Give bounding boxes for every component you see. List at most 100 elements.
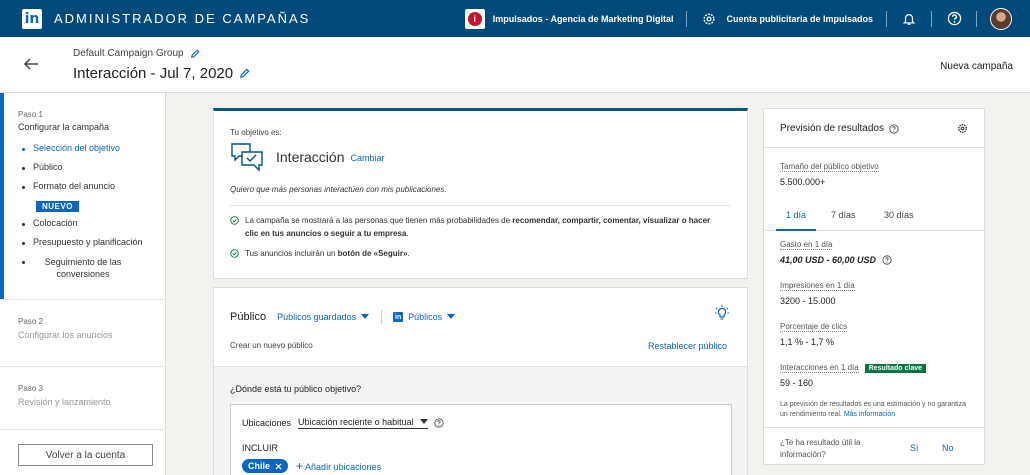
interactions-label: Interacciones en 1 día (780, 363, 859, 373)
audience-header: Público Públicos guardados in Públicos (230, 310, 456, 324)
linkedin-icon: in (393, 312, 404, 322)
objective-check-1: La campaña se mostrará a las personas qu… (230, 214, 725, 240)
reset-audience-link[interactable]: Restablecer público (648, 341, 727, 351)
back-arrow-icon[interactable] (22, 55, 42, 75)
forecast-title: Previsión de resultados (780, 123, 899, 134)
objective-row: Interacción Cambiar (230, 142, 385, 172)
pencil-icon[interactable] (239, 68, 250, 79)
forecast-card: Previsión de resultados Tamaño del públi… (763, 108, 985, 465)
tab-30-days[interactable]: 30 días (884, 210, 914, 220)
bullet (22, 148, 25, 151)
audience-size-label: Tamaño del público objetivo (780, 162, 879, 172)
linkedin-audiences-dropdown[interactable]: in Públicos (393, 312, 456, 322)
objective-name: Interacción (276, 149, 345, 165)
gear-icon[interactable] (700, 10, 718, 28)
location-chip: Chile (242, 459, 289, 473)
top-navigation-bar: in ADMINISTRADOR DE CAMPAÑAS i Impulsado… (0, 0, 1030, 37)
linkedin-logo[interactable]: in (22, 8, 42, 29)
account-selector[interactable]: Impulsados - Agencia de Marketing Digita… (493, 14, 674, 24)
add-locations-label: Añadir ubicaciones (305, 462, 382, 472)
tab-7-days[interactable]: 7 días (831, 210, 856, 220)
audience-card: Público Públicos guardados in Públicos C… (213, 287, 748, 475)
step-3-title: Revisión y lanzamiento (18, 397, 111, 407)
divider (0, 366, 166, 367)
caret-down-icon (447, 314, 456, 319)
help-icon[interactable] (882, 255, 892, 265)
interactions-label-row: Interacciones en 1 día Resultado clave (780, 363, 927, 373)
audience-size-value: 5.500.000+ (780, 177, 826, 187)
new-campaign-link[interactable]: Nueva campaña (940, 61, 1013, 72)
close-icon[interactable] (275, 462, 282, 470)
change-objective-link[interactable]: Cambiar (350, 153, 384, 163)
sidebar-item-label: Presupuesto y planificación (33, 237, 143, 247)
help-icon[interactable] (889, 123, 899, 134)
step-1-items: Selección del objetivo Público Formato d… (18, 143, 158, 286)
check-2-part-b: botón de «Seguir» (337, 249, 408, 258)
tab-1-day[interactable]: 1 día (786, 210, 806, 220)
feedback-question: ¿Te ha resultado útil la información? (780, 438, 861, 459)
feedback-no-button[interactable]: No (942, 443, 954, 453)
bullet (22, 261, 25, 264)
divider (931, 10, 932, 27)
steps-sidebar: Paso 1 Configurar la campaña Selección d… (0, 93, 166, 475)
forecast-title-label: Previsión de resultados (780, 123, 884, 134)
location-box: Ubicaciones Ubicación reciente o habitua… (230, 404, 732, 475)
sidebar-item-objective[interactable]: Selección del objetivo (18, 143, 158, 162)
bell-icon[interactable] (900, 10, 918, 28)
campaign-name-label: Interacción - Jul 7, 2020 (73, 65, 234, 82)
spend-label: Gasto en 1 día (780, 240, 833, 250)
sidebar-item-conversions[interactable]: Seguimiento de las conversiones (18, 256, 158, 286)
bullet (22, 167, 25, 170)
ad-account-link[interactable]: Cuenta publicitaria de Impulsados (726, 14, 873, 24)
saved-audiences-label: Públicos guardados (277, 312, 357, 322)
divider (381, 310, 383, 324)
step-1-label: Paso 1 (18, 110, 43, 119)
ctr-label: Porcentaje de clics (780, 322, 848, 332)
help-icon[interactable] (434, 418, 444, 428)
linkedin-audiences-label: Públicos (408, 312, 443, 322)
active-tab-indicator (776, 229, 816, 231)
sidebar-item-placement[interactable]: Colocación (18, 218, 158, 237)
locations-label: Ubicaciones (242, 418, 292, 428)
check-circle-icon (230, 216, 239, 225)
campaign-group-name: Default Campaign Group (73, 48, 200, 59)
sidebar-item-label: Selección del objetivo (33, 143, 121, 153)
add-locations-link[interactable]: + Añadir ubicaciones (296, 459, 381, 473)
divider (764, 147, 984, 148)
back-to-account-button[interactable]: Volver a la cuenta (18, 444, 153, 466)
sidebar-item-ad-format[interactable]: Formato del anuncio (18, 181, 158, 200)
more-info-link[interactable]: Más información (844, 411, 895, 418)
location-type-select[interactable]: Ubicación reciente o habitual (298, 417, 428, 429)
saved-audiences-dropdown[interactable]: Públicos guardados (277, 312, 370, 322)
divider (764, 427, 984, 428)
location-type-value: Ubicación reciente o habitual (298, 417, 414, 427)
step-1-title[interactable]: Configurar la campaña (18, 122, 109, 132)
avatar[interactable] (990, 7, 1012, 30)
check-2-part-a: Tus anuncios incluirán un (245, 249, 338, 258)
forecast-disclaimer: La previsión de resultados es una estima… (780, 400, 970, 420)
feedback-yes-button[interactable]: Sí (910, 443, 919, 453)
gear-icon[interactable] (957, 123, 968, 137)
help-icon[interactable] (945, 10, 963, 28)
key-result-badge: Resultado clave (864, 363, 927, 373)
campaign-name: Interacción - Jul 7, 2020 (73, 65, 250, 82)
lightbulb-icon[interactable] (715, 305, 729, 324)
create-audience-text: Crear un nuevo público (230, 341, 313, 350)
interactions-value: 59 - 160 (780, 378, 814, 388)
app-title: ADMINISTRADOR DE CAMPAÑAS (54, 11, 311, 26)
divider (886, 10, 887, 27)
caret-down-icon (419, 419, 428, 424)
check-circle-icon (230, 249, 239, 258)
plus-icon: + (296, 459, 304, 473)
check-1-part-c: . (406, 229, 409, 238)
campaign-header: Default Campaign Group Interacción - Jul… (0, 37, 1030, 93)
pencil-icon[interactable] (190, 48, 200, 59)
sidebar-item-audience[interactable]: Público (18, 162, 158, 181)
sidebar-item-label: Colocación (33, 218, 78, 228)
new-badge: NUEVO (36, 201, 79, 212)
sidebar-item-budget[interactable]: Presupuesto y planificación (18, 237, 158, 256)
top-right-controls: i Impulsados - Agencia de Marketing Digi… (464, 0, 1012, 37)
spend-amount: 41,00 USD - 60,00 USD (780, 255, 877, 265)
account-logo-glyph: i (467, 11, 482, 26)
sidebar-item-label: Público (33, 162, 63, 172)
